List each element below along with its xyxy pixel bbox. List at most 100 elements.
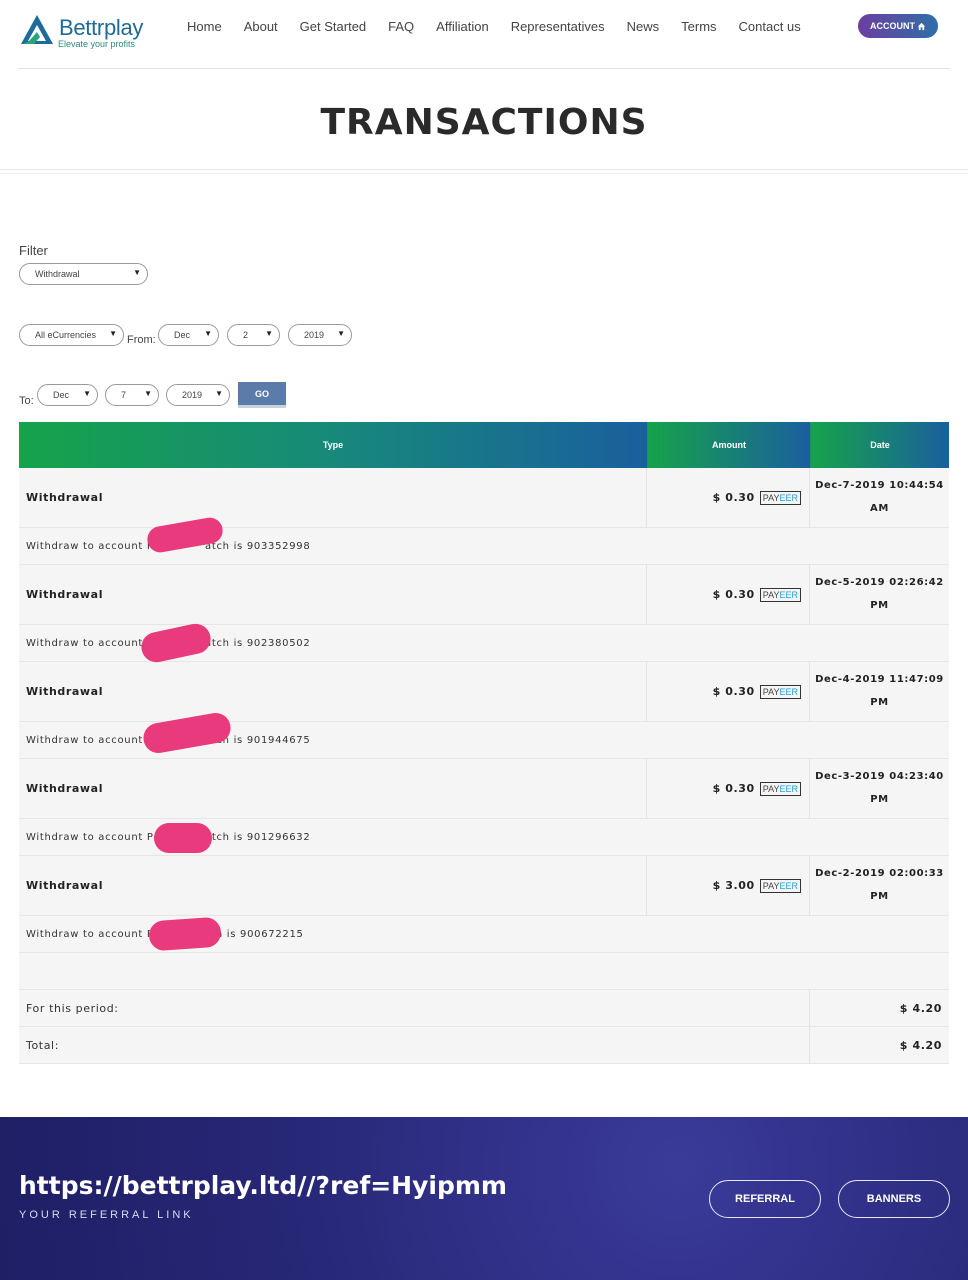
dropdown-arrow-icon: ▼ bbox=[204, 329, 212, 338]
account-button[interactable]: ACCOUNT bbox=[858, 14, 938, 38]
transactions-table: Type Amount Date Withdrawal $ 0.30 PAYEE… bbox=[19, 422, 949, 1064]
to-month-select[interactable]: Dec ▼ bbox=[37, 384, 98, 406]
to-year-select[interactable]: 2019 ▼ bbox=[166, 384, 230, 406]
row-date: Dec-5-2019 02:26:42 PM bbox=[810, 565, 949, 624]
table-spacer-row bbox=[19, 953, 949, 990]
referral-label: YOUR REFERRAL LINK bbox=[19, 1209, 194, 1221]
nav-news[interactable]: News bbox=[627, 19, 660, 34]
referral-url[interactable]: https://bettrplay.ltd//?ref=Hyipmm bbox=[19, 1171, 507, 1200]
row-description: Withdraw to account P atch is 902380502 bbox=[19, 621, 949, 665]
to-label: To: bbox=[19, 395, 34, 407]
row-amount: $ 0.30 PAYEER bbox=[647, 565, 810, 624]
date-line: Dec-7-2019 10:44:54 bbox=[815, 480, 944, 491]
time-period: PM bbox=[870, 600, 889, 611]
period-label: For this period: bbox=[19, 990, 810, 1026]
description-prefix: Withdraw to account P bbox=[26, 734, 154, 746]
page-title: TRANSACTIONS bbox=[320, 102, 648, 143]
date-line: Dec-2-2019 02:00:33 bbox=[815, 868, 944, 879]
banners-button[interactable]: BANNERS bbox=[838, 1180, 950, 1218]
dropdown-arrow-icon: ▼ bbox=[83, 389, 91, 398]
row-type: Withdrawal bbox=[19, 759, 647, 818]
date-line: Dec-3-2019 04:23:40 bbox=[815, 771, 944, 782]
row-description: Withdraw to account P atch is 903352998 bbox=[19, 515, 949, 565]
header-date: Date bbox=[810, 422, 949, 468]
currency-select[interactable]: All eCurrencies ▼ bbox=[19, 324, 124, 346]
time-period: PM bbox=[870, 891, 889, 902]
time-period: PM bbox=[870, 794, 889, 805]
period-summary-row: For this period: $ 4.20 bbox=[19, 990, 949, 1027]
to-day-select[interactable]: 7 ▼ bbox=[105, 384, 159, 406]
site-header: Bettrplay Elevate your profits Home Abou… bbox=[0, 0, 968, 70]
redaction-mark bbox=[154, 823, 212, 853]
referral-button[interactable]: REFERRAL bbox=[709, 1180, 821, 1218]
dropdown-arrow-icon: ▼ bbox=[265, 329, 273, 338]
payeer-logo-icon: PAYEER bbox=[759, 878, 801, 893]
amount-value: $ 0.30 bbox=[712, 491, 755, 504]
from-day-value: 2 bbox=[243, 330, 249, 340]
home-icon bbox=[917, 22, 926, 30]
to-month-value: Dec bbox=[53, 390, 70, 400]
description-prefix: Withdraw to account P6 bbox=[26, 928, 161, 940]
amount-value: $ 3.00 bbox=[712, 879, 755, 892]
redaction-mark bbox=[138, 621, 214, 665]
transaction-type-select[interactable]: Withdrawal ▼ bbox=[19, 263, 148, 285]
row-date: Dec-3-2019 04:23:40 PM bbox=[810, 759, 949, 818]
to-year-value: 2019 bbox=[182, 390, 203, 400]
row-description: Withdraw to account P6 tch is 900672215 bbox=[19, 916, 949, 953]
table-row: Withdrawal $ 3.00 PAYEER Dec-2-2019 02:0… bbox=[19, 856, 949, 916]
nav-affiliation[interactable]: Affiliation bbox=[436, 19, 489, 34]
description-prefix: Withdraw to account P bbox=[26, 540, 154, 552]
logo-name: Bettrplay bbox=[59, 15, 144, 40]
row-amount: $ 3.00 PAYEER bbox=[647, 856, 810, 915]
period-value: $ 4.20 bbox=[899, 1001, 942, 1015]
referral-footer: https://bettrplay.ltd//?ref=Hyipmm YOUR … bbox=[0, 1117, 968, 1280]
from-year-select[interactable]: 2019 ▼ bbox=[288, 324, 352, 346]
header-amount: Amount bbox=[647, 422, 810, 468]
nav-terms[interactable]: Terms bbox=[681, 19, 716, 34]
description-suffix: atch is 902380502 bbox=[205, 637, 311, 649]
nav-about[interactable]: About bbox=[244, 19, 278, 34]
dropdown-arrow-icon: ▼ bbox=[109, 329, 117, 338]
date-line: Dec-5-2019 02:26:42 bbox=[815, 577, 944, 588]
table-header: Type Amount Date bbox=[19, 422, 949, 468]
nav-faq[interactable]: FAQ bbox=[388, 19, 414, 34]
currency-value: All eCurrencies bbox=[35, 330, 97, 340]
row-date: Dec-2-2019 02:00:33 PM bbox=[810, 856, 949, 915]
nav-contact-us[interactable]: Contact us bbox=[739, 19, 801, 34]
row-type: Withdrawal bbox=[19, 468, 647, 527]
time-period: AM bbox=[870, 503, 889, 514]
go-button[interactable]: GO bbox=[238, 382, 286, 408]
main-nav: Home About Get Started FAQ Affiliation R… bbox=[176, 19, 812, 34]
amount-value: $ 0.30 bbox=[712, 685, 755, 698]
row-type: Withdrawal bbox=[19, 565, 647, 624]
payeer-logo-icon: PAYEER bbox=[759, 684, 801, 699]
time-period: PM bbox=[870, 697, 889, 708]
from-day-select[interactable]: 2 ▼ bbox=[227, 324, 280, 346]
dropdown-arrow-icon: ▼ bbox=[144, 389, 152, 398]
filter-label: Filter bbox=[19, 243, 48, 258]
header-divider bbox=[18, 68, 950, 69]
dropdown-arrow-icon: ▼ bbox=[337, 329, 345, 338]
date-line: Dec-4-2019 11:47:09 bbox=[815, 674, 944, 685]
from-year-value: 2019 bbox=[304, 330, 325, 340]
nav-representatives[interactable]: Representatives bbox=[511, 19, 605, 34]
payeer-logo-icon: PAYEER bbox=[759, 587, 801, 602]
site-logo[interactable]: Bettrplay Elevate your profits bbox=[20, 12, 150, 52]
row-amount: $ 0.30 PAYEER bbox=[647, 662, 810, 721]
nav-get-started[interactable]: Get Started bbox=[300, 19, 366, 34]
table-row: Withdrawal $ 0.30 PAYEER Dec-4-2019 11:4… bbox=[19, 662, 949, 722]
row-date: Dec-4-2019 11:47:09 PM bbox=[810, 662, 949, 721]
payeer-logo-icon: PAYEER bbox=[759, 781, 801, 796]
from-month-select[interactable]: Dec ▼ bbox=[158, 324, 219, 346]
row-description: Withdraw to account P atch is 901944675 bbox=[19, 710, 949, 759]
redaction-mark bbox=[148, 916, 222, 952]
dropdown-arrow-icon: ▼ bbox=[133, 268, 141, 277]
from-month-value: Dec bbox=[174, 330, 191, 340]
transaction-type-value: Withdrawal bbox=[35, 269, 80, 279]
total-value: $ 4.20 bbox=[899, 1038, 942, 1052]
nav-home[interactable]: Home bbox=[187, 19, 222, 34]
description-suffix: atch is 903352998 bbox=[205, 540, 311, 552]
table-row: Withdrawal $ 0.30 PAYEER Dec-5-2019 02:2… bbox=[19, 565, 949, 625]
title-divider bbox=[0, 169, 968, 170]
total-summary-row: Total: $ 4.20 bbox=[19, 1027, 949, 1064]
